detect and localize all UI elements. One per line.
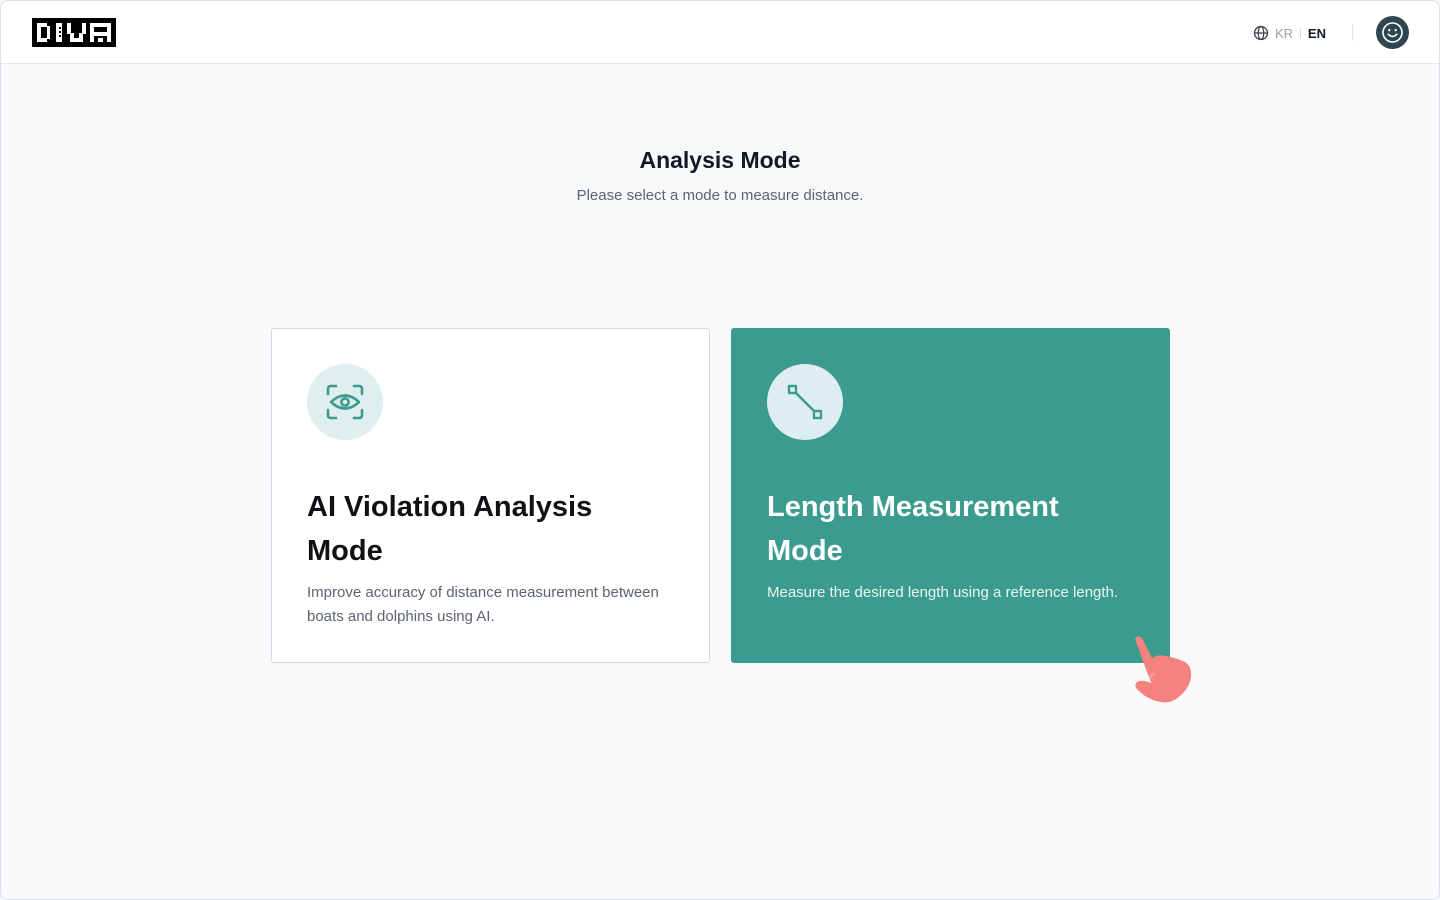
page-title: Analysis Mode	[639, 147, 801, 173]
globe-icon	[1253, 25, 1269, 41]
lang-option-kr[interactable]: KR	[1275, 26, 1293, 41]
page-subtitle: Please select a mode to measure distance…	[576, 187, 864, 204]
app-window: KR | EN Analysis Mode Please select a mo…	[0, 0, 1440, 900]
length-mode-description: Measure the desired length using a refer…	[767, 584, 1119, 601]
top-header: KR | EN	[1, 1, 1439, 64]
ai-mode-description: Improve accuracy of distance measurement…	[307, 584, 659, 625]
measure-line-icon	[787, 384, 823, 420]
ai-mode-title: AI Violation Analysis Mode	[307, 491, 593, 567]
hand-pointer-icon	[1135, 636, 1192, 703]
smiley-icon	[1382, 22, 1403, 43]
ai-violation-mode-card[interactable]: AI Violation Analysis Mode Improve accur…	[271, 328, 710, 663]
length-mode-title: Length Measurement Mode	[767, 491, 1059, 567]
lang-option-en[interactable]: EN	[1308, 26, 1326, 41]
lang-separator: |	[1299, 27, 1302, 39]
diva-logo[interactable]	[32, 18, 116, 47]
ai-mode-icon-badge	[307, 364, 383, 440]
eye-scan-icon	[326, 384, 364, 420]
profile-avatar[interactable]	[1376, 16, 1409, 49]
language-switcher: KR | EN	[1253, 23, 1326, 43]
length-measurement-mode-card[interactable]: Length Measurement Mode Measure the desi…	[731, 328, 1170, 663]
header-divider	[1352, 24, 1353, 41]
length-mode-icon-badge	[767, 364, 843, 440]
